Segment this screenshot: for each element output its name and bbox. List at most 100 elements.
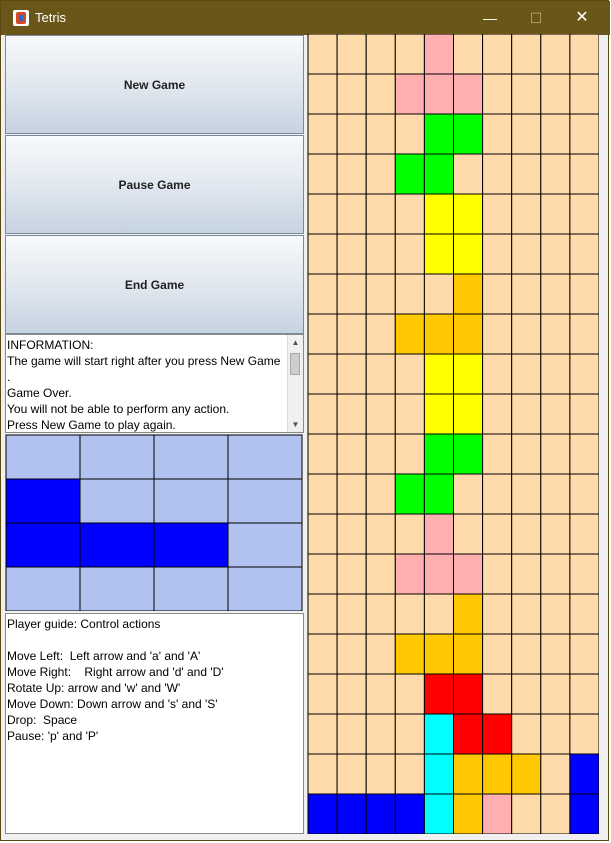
board-cell-empty — [365, 633, 396, 675]
board-cell-empty — [540, 513, 571, 555]
board-cell-block — [423, 513, 455, 555]
board-cell-block — [453, 113, 484, 155]
board-cell-empty — [482, 393, 513, 435]
board-cell-empty — [365, 113, 396, 155]
java-app-icon — [13, 10, 29, 26]
board-cell-empty — [394, 233, 425, 275]
board-cell-block — [423, 193, 455, 235]
end-game-button[interactable]: End Game — [5, 235, 304, 334]
maximize-button[interactable]: ☐ — [513, 1, 559, 35]
board-cell-empty — [307, 193, 338, 235]
information-text: INFORMATION: The game will start right af… — [7, 337, 287, 432]
information-line: . — [7, 370, 11, 384]
board-cell-empty — [336, 153, 367, 195]
preview-cell-empty — [153, 434, 229, 480]
board-cell-empty — [394, 193, 425, 235]
board-cell-block — [423, 433, 455, 475]
board-cell-empty — [336, 233, 367, 275]
minimize-button[interactable]: — — [467, 1, 513, 35]
board-cell-empty — [365, 593, 396, 635]
preview-cell-empty — [227, 478, 303, 524]
board-cell-empty — [569, 673, 599, 715]
board-cell-empty — [569, 473, 599, 515]
board-cell-block — [453, 233, 484, 275]
board-cell-block — [482, 713, 513, 755]
board-cell-empty — [453, 513, 484, 555]
board-cell-empty — [336, 593, 367, 635]
information-scrollbar[interactable]: ▲ ▼ — [287, 335, 303, 432]
board-cell-empty — [365, 153, 396, 195]
scroll-up-arrow-icon[interactable]: ▲ — [288, 335, 303, 350]
board-cell-empty — [336, 713, 367, 755]
board-cell-empty — [540, 473, 571, 515]
pause-game-button[interactable]: Pause Game — [5, 135, 304, 234]
board-cell-empty — [394, 593, 425, 635]
board-cell-empty — [482, 73, 513, 115]
board-cell-empty — [511, 153, 542, 195]
board-cell-block — [394, 313, 425, 355]
board-cell-block — [453, 673, 484, 715]
board-cell-block — [423, 233, 455, 275]
preview-cell-empty — [79, 434, 155, 480]
board-cell-block — [453, 633, 484, 675]
board-cell-empty — [453, 34, 484, 75]
board-cell-empty — [540, 553, 571, 595]
board-cell-empty — [365, 233, 396, 275]
information-line: Game Over. — [7, 386, 72, 400]
information-line: INFORMATION: — [7, 338, 94, 352]
board-cell-empty — [336, 393, 367, 435]
new-game-button[interactable]: New Game — [5, 35, 304, 134]
board-cell-empty — [540, 113, 571, 155]
guide-line: Drop: Space — [7, 713, 78, 727]
scroll-down-arrow-icon[interactable]: ▼ — [288, 417, 303, 432]
board-cell-empty — [540, 593, 571, 635]
preview-cell-block — [153, 522, 229, 568]
guide-line: Move Down: Down arrow and 's' and 'S' — [7, 697, 218, 711]
board-cell-block — [453, 273, 484, 315]
board-cell-block — [394, 793, 425, 834]
preview-cell-empty — [153, 478, 229, 524]
close-button[interactable]: ✕ — [559, 1, 605, 35]
board-cell-empty — [307, 633, 338, 675]
board-cell-empty — [511, 73, 542, 115]
board-cell-empty — [511, 193, 542, 235]
board-cell-block — [423, 153, 455, 195]
guide-line — [7, 632, 224, 648]
board-cell-empty — [482, 593, 513, 635]
board-cell-empty — [569, 153, 599, 195]
board-cell-block — [482, 753, 513, 795]
board-cell-empty — [336, 473, 367, 515]
board-cell-empty — [394, 393, 425, 435]
scrollbar-thumb[interactable] — [290, 353, 300, 375]
board-cell-empty — [511, 393, 542, 435]
guide-line: Pause: 'p' and 'P' — [7, 729, 99, 743]
board-cell-empty — [482, 193, 513, 235]
board-cell-block — [307, 793, 338, 834]
board-cell-empty — [365, 713, 396, 755]
information-box[interactable]: INFORMATION: The game will start right af… — [5, 334, 304, 433]
information-line: You will not be able to perform any acti… — [7, 402, 230, 416]
board-cell-empty — [336, 313, 367, 355]
board-cell-block — [423, 393, 455, 435]
board-cell-empty — [482, 233, 513, 275]
board-cell-block — [394, 633, 425, 675]
board-cell-empty — [482, 473, 513, 515]
board-cell-empty — [569, 713, 599, 755]
board-cell-empty — [569, 553, 599, 595]
board-cell-empty — [511, 34, 542, 75]
information-line: Press New Game to play again. — [7, 418, 176, 432]
board-cell-empty — [540, 793, 571, 834]
board-cell-empty — [394, 433, 425, 475]
board-cell-empty — [511, 593, 542, 635]
board-cell-empty — [569, 353, 599, 395]
board-cell-empty — [336, 513, 367, 555]
board-cell-block — [423, 313, 455, 355]
board-cell-block — [569, 753, 599, 795]
board-cell-empty — [394, 673, 425, 715]
board-cell-empty — [365, 393, 396, 435]
board-cell-empty — [569, 113, 599, 155]
board-cell-block — [453, 73, 484, 115]
board-cell-block — [423, 713, 455, 755]
board-cell-empty — [569, 233, 599, 275]
preview-cell-block — [79, 522, 155, 568]
